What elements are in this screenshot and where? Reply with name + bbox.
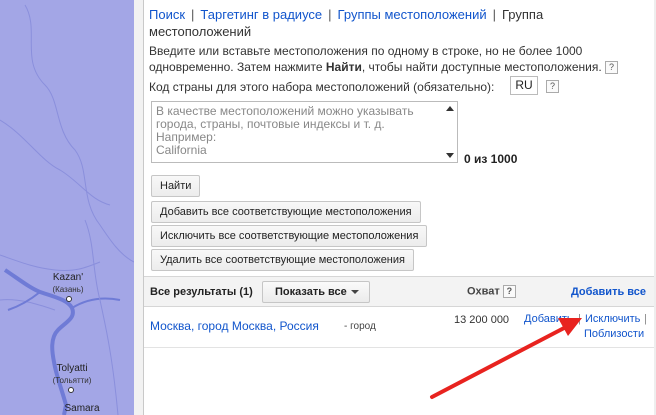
location-nav: Поиск | Таргетинг в радиусе | Группы местопо… (149, 6, 619, 40)
add-location-link[interactable]: Добавить (524, 313, 573, 325)
city-marker-tolyatti (68, 387, 74, 393)
add-all-link[interactable]: Добавить все (571, 286, 646, 298)
city-label-tolyatti: Tolyatti (Тольятти) (52, 363, 92, 385)
country-help-icon[interactable]: ? (546, 80, 559, 93)
location-panel: Поиск | Таргетинг в радиусе | Группы местопо… (144, 0, 654, 415)
find-button[interactable]: Найти (151, 175, 201, 197)
scroll-up-icon[interactable] (446, 106, 454, 111)
nav-current-line1: Группа (502, 7, 544, 22)
nav-separator: | (492, 7, 496, 22)
map-view[interactable]: Kazan' (Казань) Tolyatti (Тольятти) Sama… (0, 0, 134, 415)
exclude-location-link[interactable]: Исключить (585, 313, 640, 325)
help-icon[interactable]: ? (605, 61, 619, 75)
reach-column-header: Охват ? (467, 285, 516, 298)
map-terrain (0, 0, 134, 415)
chevron-down-icon (351, 290, 359, 294)
nav-separator: | (328, 7, 332, 22)
textarea-placeholder-line: California (156, 143, 207, 157)
exclude-all-matching-button[interactable]: Исключить все соответствующие местополож… (151, 225, 428, 247)
reach-label: Охват (467, 285, 500, 298)
remove-all-matching-button[interactable]: Удалить все соответствующие местоположен… (151, 249, 414, 271)
city-marker-kazan (66, 296, 72, 302)
instructions-bold: Найти (325, 60, 362, 74)
nav-radius-link[interactable]: Таргетинг в радиусе (200, 7, 322, 22)
nav-search-link[interactable]: Поиск (149, 7, 185, 22)
instructions: Введите или вставьте местоположения по о… (149, 43, 639, 75)
location-name-link[interactable]: Москва, город Москва, Россия (150, 319, 319, 333)
result-row: Москва, город Москва, Россия - город 13 … (144, 307, 654, 348)
results-title: Все результаты (1) (150, 286, 253, 298)
nav-current-line2: местоположений (149, 24, 252, 39)
nav-separator: | (191, 7, 195, 22)
action-separator: | (578, 313, 581, 325)
reach-help-icon[interactable]: ? (502, 285, 516, 298)
add-all-matching-button[interactable]: Добавить все соответствующие местоположе… (151, 201, 421, 223)
location-counter: 0 из 1000 (464, 152, 518, 166)
show-all-label: Показать все (275, 286, 347, 298)
panel-divider (134, 0, 144, 415)
country-label: Код страны для этого набора местоположен… (149, 80, 495, 94)
textarea-scrollbar[interactable] (444, 103, 456, 161)
reach-value: 13 200 000 (454, 314, 510, 326)
results-header: Все результаты (1) Показать все Охват ? … (144, 276, 654, 307)
locations-textarea[interactable]: В качестве местоположений можно указыват… (151, 101, 458, 163)
scroll-down-icon[interactable] (446, 153, 454, 158)
show-all-dropdown[interactable]: Показать все (262, 281, 370, 303)
action-separator: | (644, 313, 647, 325)
country-code-input[interactable]: RU (510, 76, 538, 95)
city-label-kazan: Kazan' (Казань) (52, 272, 84, 294)
location-type: - город (344, 321, 376, 332)
city-label-samara: Samara (64, 403, 100, 414)
instructions-text-end: , чтобы найти доступные местоположения. (361, 60, 602, 74)
nearby-location-link[interactable]: Поблизости (584, 328, 644, 340)
nav-groups-link[interactable]: Группы местоположений (338, 7, 487, 22)
